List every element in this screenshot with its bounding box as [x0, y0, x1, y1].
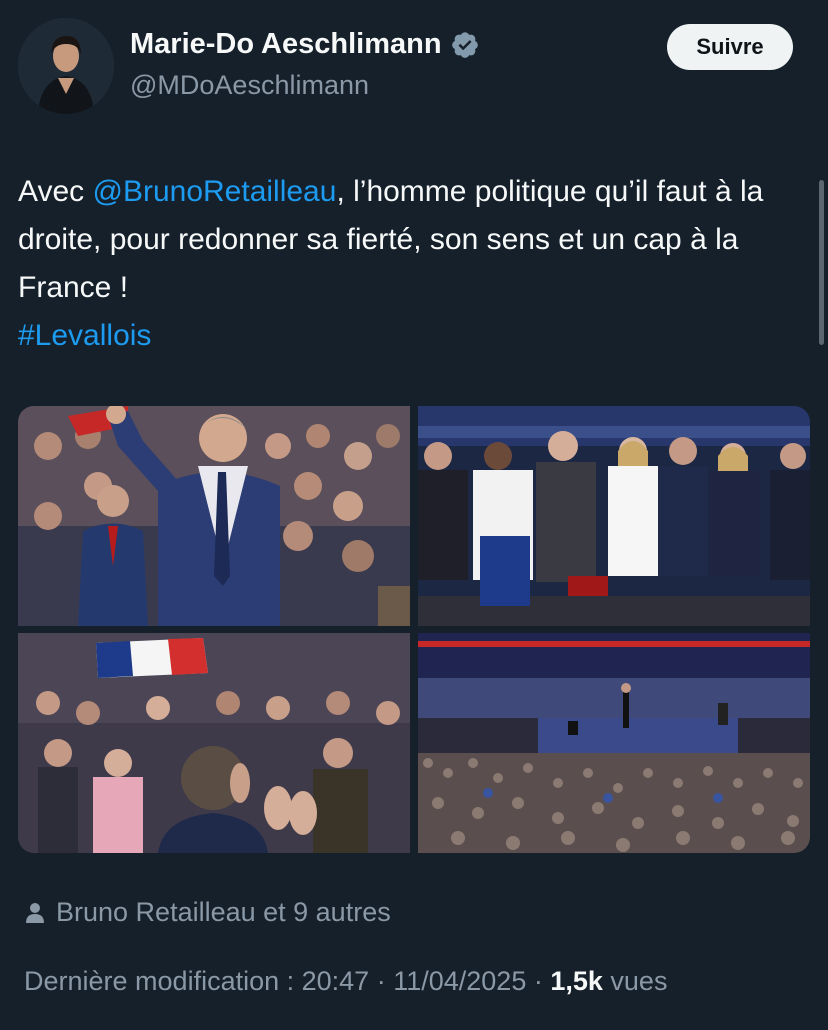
views-label: vues: [602, 966, 668, 996]
tweet-time[interactable]: 20:47: [302, 966, 370, 996]
author-name-row[interactable]: Marie-Do Aeschlimann: [130, 28, 480, 61]
tweet-text-prefix: Avec: [18, 175, 93, 208]
media-photo-3[interactable]: [18, 633, 410, 853]
tweet-date[interactable]: 11/04/2025: [393, 966, 526, 996]
follow-button[interactable]: Suivre: [667, 24, 793, 70]
tweet-meta: Dernière modification : 20:47 · 11/04/20…: [24, 966, 667, 997]
avatar-photo: [18, 18, 114, 114]
tagged-people[interactable]: Bruno Retailleau et 9 autres: [24, 897, 391, 928]
tagged-people-text: Bruno Retailleau et 9 autres: [56, 897, 391, 927]
mention-link[interactable]: @BrunoRetailleau: [93, 175, 337, 208]
photo-arena-meeting: [418, 633, 810, 853]
media-photo-4[interactable]: [418, 633, 810, 853]
photo-retailleau-waving: [18, 406, 410, 626]
meta-separator-2: ·: [526, 966, 551, 996]
edited-label[interactable]: Dernière modification :: [24, 966, 302, 996]
views-count: 1,5k: [550, 966, 603, 996]
media-photo-1[interactable]: [18, 406, 410, 626]
media-photo-2[interactable]: [418, 406, 810, 626]
tweet-text: Avec @BrunoRetailleau, l’homme politique…: [18, 168, 813, 360]
media-grid: [18, 406, 810, 853]
photo-front-row-applause: [418, 406, 810, 626]
author-handle[interactable]: @MDoAeschlimann: [130, 70, 369, 101]
author-avatar[interactable]: [18, 18, 114, 114]
scrollbar[interactable]: [819, 180, 824, 345]
hashtag-link[interactable]: #Levallois: [18, 319, 151, 352]
author-name[interactable]: Marie-Do Aeschlimann: [130, 28, 442, 61]
meta-separator: ·: [369, 966, 394, 996]
person-icon: [26, 902, 44, 923]
photo-crowd-flag: [18, 633, 410, 853]
verified-badge-icon: [451, 31, 478, 58]
